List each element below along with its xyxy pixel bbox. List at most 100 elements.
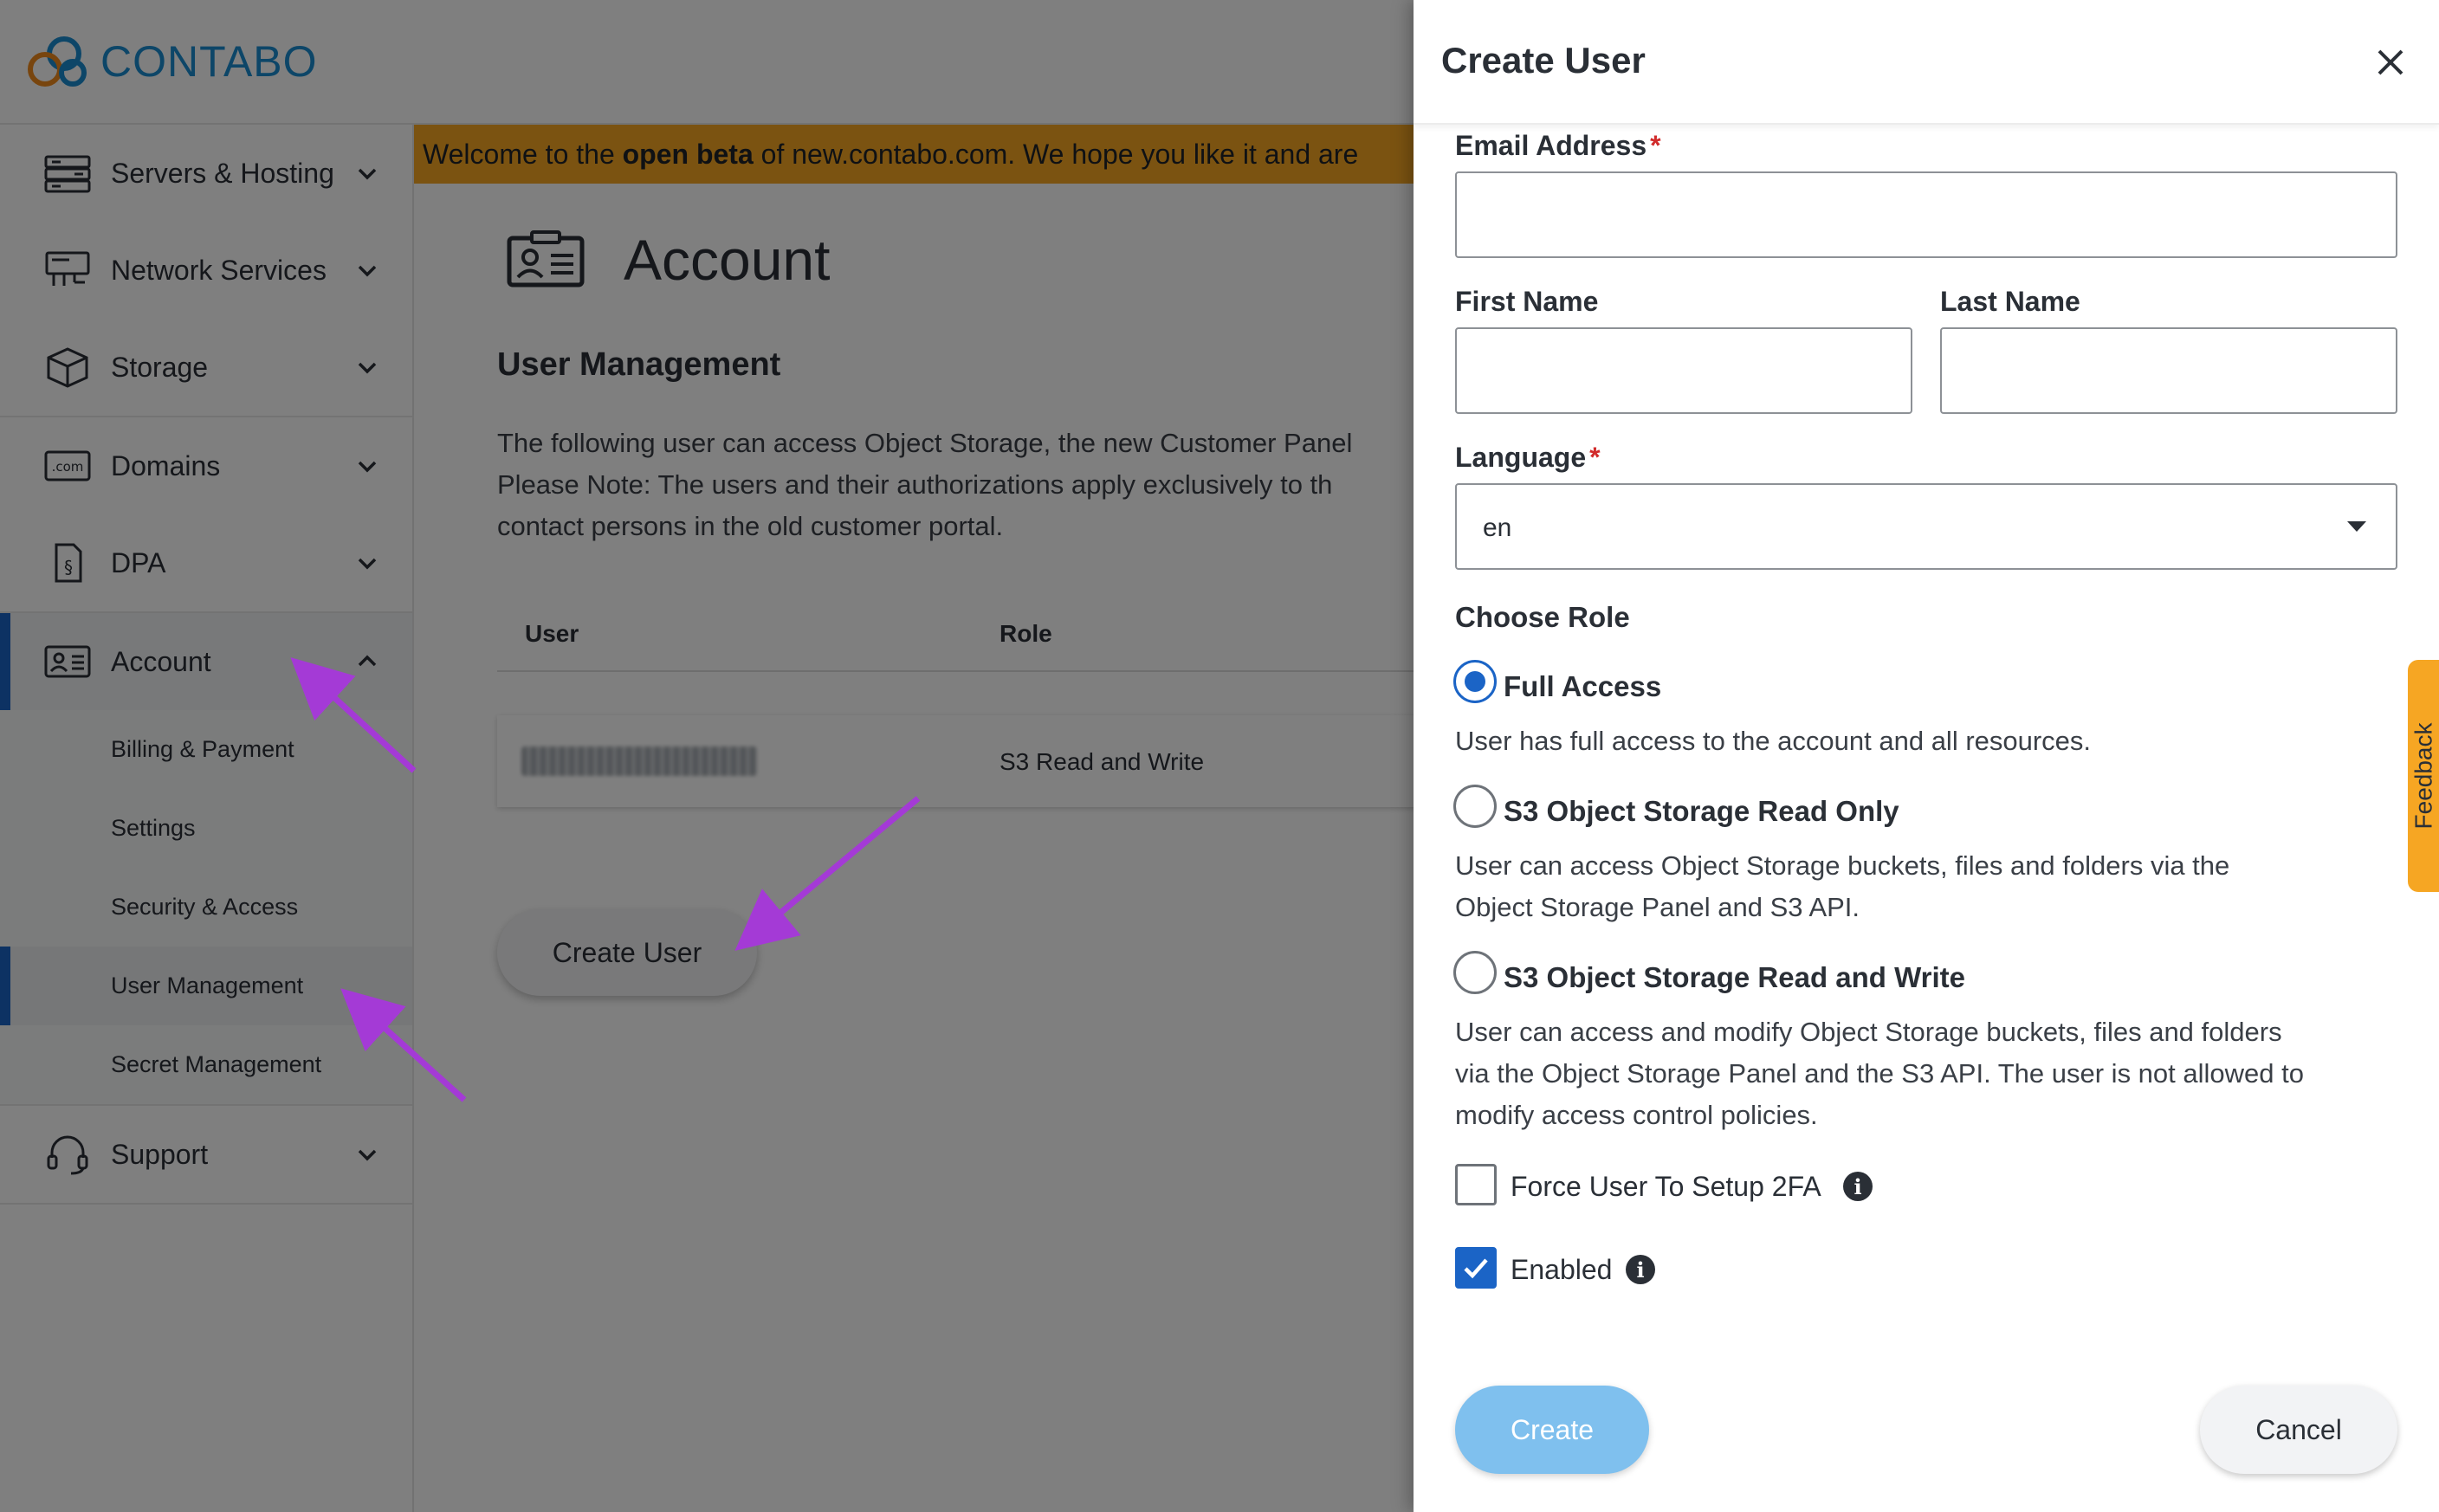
description-line: The following user can access Object Sto… (497, 428, 1353, 458)
sidebar-item-servers-hosting[interactable]: Servers & Hosting (0, 125, 412, 222)
chevron-down-icon (358, 168, 377, 180)
page-title-text: Account (624, 228, 831, 292)
column-header-user[interactable]: User (525, 620, 579, 648)
sidebar-subitem-settings[interactable]: Settings (0, 789, 412, 868)
role-desc-line: User can access Object Storage buckets, … (1455, 850, 2230, 881)
first-name-label: First Name (1455, 286, 1599, 317)
column-header-role[interactable]: Role (1000, 620, 1052, 648)
sidebar-item-account[interactable]: Account (0, 613, 412, 710)
dropdown-caret-icon (2347, 521, 2366, 532)
description-line: contact persons in the old customer port… (497, 511, 1004, 541)
nav-group-account: Account Billing & Payment Settings Secur… (0, 613, 412, 1106)
nav-group-support: Support (0, 1106, 412, 1205)
info-icon[interactable]: i (1626, 1255, 1655, 1284)
drawer-title: Create User (1441, 40, 1646, 81)
top-bar: CONTABO (0, 0, 1414, 125)
sidebar-item-label: Storage (111, 351, 209, 383)
role-desc-s3-read-write: User can access and modify Object Storag… (1455, 1011, 2408, 1136)
description-line: Please Note: The users and their authori… (497, 469, 1333, 500)
radio-s3-read-write[interactable] (1453, 951, 1497, 994)
role-desc-line: via the Object Storage Panel and the S3 … (1455, 1058, 2304, 1089)
contabo-logo[interactable]: CONTABO (24, 31, 318, 92)
table-header: User Role (497, 599, 1450, 672)
sidebar-subitem-secret-management[interactable]: Secret Management (0, 1025, 412, 1104)
close-button[interactable] (2368, 40, 2413, 85)
language-label: Language * (1455, 442, 1601, 474)
sidebar-item-label: Account (111, 645, 211, 677)
sidebar-item-network-services[interactable]: Network Services (0, 222, 412, 319)
sidebar-item-storage[interactable]: Storage (0, 319, 412, 416)
sidebar-subitem-user-management[interactable]: User Management (0, 947, 412, 1025)
chevron-down-icon (358, 362, 377, 374)
table-row[interactable]: S3 Read and Write (497, 715, 1450, 807)
language-label-text: Language (1455, 442, 1587, 473)
cloud-logo-icon (28, 36, 87, 87)
enabled-checkbox[interactable] (1455, 1247, 1497, 1289)
server-icon (43, 152, 92, 194)
force-2fa-label[interactable]: Force User To Setup 2FA (1511, 1171, 1821, 1203)
sidebar-item-label: DPA (111, 546, 166, 578)
email-label-text: Email Address (1455, 130, 1647, 161)
role-desc-line: User can access and modify Object Storag… (1455, 1017, 2282, 1047)
domain-com-icon: .com (43, 445, 92, 487)
feedback-label: Feedback (2410, 722, 2436, 830)
language-select[interactable]: en (1455, 483, 2397, 570)
chevron-down-icon (358, 265, 377, 277)
box-icon (43, 346, 92, 388)
network-icon (43, 249, 92, 291)
chevron-down-icon (358, 461, 377, 473)
role-desc-full-access: User has full access to the account and … (1455, 720, 2408, 762)
feedback-tab[interactable]: Feedback (2408, 660, 2439, 892)
sidebar-item-support[interactable]: Support (0, 1106, 412, 1203)
redacted-email (521, 746, 757, 776)
radio-full-access[interactable] (1453, 660, 1497, 703)
last-name-field[interactable] (1940, 327, 2397, 414)
enabled-label[interactable]: Enabled (1511, 1254, 1612, 1286)
sidebar-subitem-billing[interactable]: Billing & Payment (0, 710, 412, 789)
sidebar-item-domains[interactable]: .com Domains (0, 417, 412, 514)
email-label: Email Address * (1455, 130, 1661, 162)
page-title: Account (506, 227, 830, 293)
role-desc-line: User has full access to the account and … (1455, 726, 2092, 756)
sidebar-subitem-security[interactable]: Security & Access (0, 868, 412, 947)
banner-text-bold: open beta (622, 139, 754, 170)
banner-text-pre: Welcome to the (423, 139, 623, 170)
id-card-icon (43, 641, 92, 682)
sidebar-item-label: Servers & Hosting (111, 157, 334, 189)
create-user-drawer: Create User Email Address * First Name La… (1414, 0, 2439, 1512)
force-2fa-checkbox[interactable] (1455, 1164, 1497, 1205)
info-icon[interactable]: i (1843, 1172, 1873, 1201)
sidebar-item-label: Network Services (111, 254, 327, 286)
document-paragraph-icon: § (43, 542, 92, 584)
create-button[interactable]: Create (1455, 1386, 1649, 1474)
chevron-up-icon (358, 655, 377, 667)
email-field[interactable] (1455, 171, 2397, 258)
nav-group-domains: .com Domains § DPA (0, 417, 412, 613)
radio-s3-read-only[interactable] (1453, 785, 1497, 828)
close-icon (2378, 49, 2403, 75)
svg-text:.com: .com (52, 459, 84, 475)
sidebar-item-dpa[interactable]: § DPA (0, 514, 412, 611)
create-user-button[interactable]: Create User (497, 909, 757, 996)
chevron-down-icon (358, 558, 377, 570)
choose-role-title: Choose Role (1455, 601, 1630, 633)
role-label-s3-read-only[interactable]: S3 Object Storage Read Only (1504, 795, 1899, 828)
sidebar: Servers & Hosting Network Services Stora… (0, 125, 414, 1512)
first-name-field[interactable] (1455, 327, 1912, 414)
role-desc-s3-read-only: User can access Object Storage buckets, … (1455, 845, 2408, 928)
cancel-button[interactable]: Cancel (2200, 1386, 2397, 1474)
section-description: The following user can access Object Sto… (497, 423, 1450, 547)
language-value: en (1483, 514, 1512, 542)
chevron-down-icon (358, 1149, 377, 1161)
role-label-s3-read-write[interactable]: S3 Object Storage Read and Write (1504, 961, 1965, 994)
role-label-full-access[interactable]: Full Access (1504, 670, 1661, 703)
headset-icon (43, 1134, 92, 1175)
brand-name: CONTABO (100, 37, 318, 86)
beta-banner: Welcome to the open beta of new.contabo.… (414, 125, 1414, 184)
required-mark: * (1589, 442, 1601, 473)
main-content: Account User Management The following us… (414, 184, 1450, 1512)
drawer-header: Create User (1414, 0, 2439, 125)
sidebar-item-label: Support (111, 1138, 209, 1170)
checkmark-icon (1464, 1258, 1488, 1279)
role-desc-line: Object Storage Panel and S3 API. (1455, 892, 1860, 922)
